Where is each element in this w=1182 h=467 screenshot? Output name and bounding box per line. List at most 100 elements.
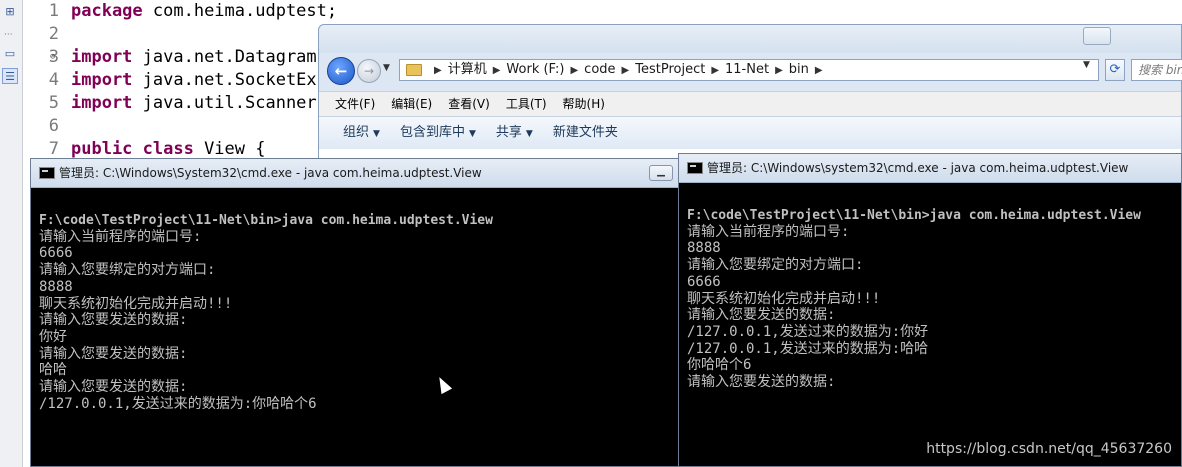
code-text: java.net.Datagram [132,47,317,67]
line-number: 2 [48,24,59,44]
code-keyword: package [71,1,143,21]
package-icon[interactable]: ▭ [2,46,18,62]
new-folder-button[interactable]: 新建文件夹 [543,117,628,149]
code-line: 3 ⊖ import java.net.Datagram [23,46,343,69]
organize-button[interactable]: 组织 ▼ [333,117,390,150]
console-output-line: 你哈哈个6 [687,357,752,374]
include-in-library-button[interactable]: 包含到库中 ▼ [390,117,486,150]
console-output-line: 6666 [687,273,721,290]
console-output-line: 请输入您要发送的数据: [687,374,836,390]
cmd-icon [39,167,55,179]
explorer-navigation-bar: ← → ▼ ▶ 计算机 ▶ Work (F:) ▶ code ▶ TestProject ▶ 11… [327,57,1182,85]
breadcrumb-chevron-icon[interactable]: ▶ [775,65,783,76]
breadcrumb-chevron-icon[interactable]: ▶ [622,65,630,76]
folder-icon [406,64,422,76]
breadcrumb-chevron-icon[interactable]: ▶ [711,65,719,76]
fold-toggle-icon[interactable]: ⊖ [50,46,55,69]
explorer-minimize-button[interactable] [1083,27,1111,45]
code-text: View { [193,139,266,159]
breadcrumb-item[interactable]: bin [789,62,809,77]
code-line: 5 import java.util.Scanner [23,92,343,115]
breadcrumb-chevron-icon[interactable]: ▶ [570,65,578,76]
cmd-window-left[interactable]: 管理员: C:\Windows\System32\cmd.exe - java … [30,158,680,467]
console-output-line: /127.0.0.1,发送过来的数据为:你哈哈个6 [39,395,317,412]
code-line: 4 import java.net.SocketEx [23,69,343,92]
code-keyword: import [71,93,133,113]
line-number: 4 [48,70,59,90]
console-output-line: 聊天系统初始化完成并启动!!! [39,295,233,312]
chevron-down-icon: ▼ [525,129,533,139]
address-dropdown-icon[interactable]: ▼ [1083,60,1090,70]
eclipse-side-toolbar: ⊞ ··· ▭ ☰ [0,0,23,467]
forward-arrow-icon[interactable]: → [357,59,381,83]
console-output-line: 8888 [687,240,721,257]
line-number: 5 [48,93,59,113]
cmd-console-right[interactable]: F:\code\TestProject\11-Net\bin>java com.… [679,183,1181,466]
watermark: https://blog.csdn.net/qq_45637260 [926,441,1172,457]
code-editor[interactable]: 1 package com.heima.udptest; 2 3 ⊖ import j… [23,0,343,170]
code-keyword: public class [71,139,194,159]
explorer-window: ← → ▼ ▶ 计算机 ▶ Work (F:) ▶ code ▶ TestProject ▶ 11… [318,24,1182,165]
organize-label: 组织 [343,125,370,140]
cmd-window-right[interactable]: 管理员: C:\Windows\system32\cmd.exe - java … [678,153,1182,467]
minimize-button[interactable]: ▁ [649,165,673,181]
breadcrumb-chevron-icon[interactable]: ▶ [493,65,501,76]
console-output-line: 你好 [39,328,67,345]
breadcrumb-item[interactable]: code [584,62,615,77]
explorer-command-bar: 组织 ▼ 包含到库中 ▼ 共享 ▼ 新建文件夹 [319,116,1181,150]
console-output-line: 请输入您要发送的数据: [39,345,188,362]
cmd-title-right: 管理员: C:\Windows\system32\cmd.exe - java … [707,161,1129,175]
console-output-line: 请输入您要发送的数据: [39,379,188,395]
console-output-line: 请输入您要绑定的对方端口: [39,262,216,279]
outline-icon[interactable]: ☰ [2,68,18,84]
breadcrumb-item[interactable]: 计算机 [448,62,487,77]
menu-item-edit[interactable]: 编辑(E) [383,92,440,116]
code-text: java.net.SocketEx [132,70,317,90]
cmd-console-left[interactable]: F:\code\TestProject\11-Net\bin>java com.… [31,188,679,466]
desktop: ⊞ ··· ▭ ☰ 1 package com.heima.udptest; 2 … [0,0,1182,467]
explorer-titlebar[interactable] [319,25,1181,53]
cmd-icon [687,162,703,174]
console-output-line: 请输入当前程序的端口号: [39,228,202,245]
code-text: com.heima.udptest; [142,1,338,21]
console-command-line: F:\code\TestProject\11-Net\bin>java com.… [39,213,493,228]
menu-item-file[interactable]: 文件(F) [327,92,383,116]
address-bar[interactable]: ▶ 计算机 ▶ Work (F:) ▶ code ▶ TestProject ▶ 11-Net ▶ b… [399,59,1099,81]
search-input[interactable]: 搜索 bin [1131,59,1182,81]
console-command-line: F:\code\TestProject\11-Net\bin>java com.… [687,208,1141,223]
console-output-line: 请输入您要发送的数据: [39,312,188,329]
chevron-down-icon: ▼ [468,129,476,139]
cmd-titlebar-right[interactable]: 管理员: C:\Windows\system32\cmd.exe - java … [679,154,1181,183]
console-output-line: /127.0.0.1,发送过来的数据为:你好 [687,323,929,340]
breadcrumb-item[interactable]: Work (F:) [506,62,564,77]
console-output-line: 请输入您要绑定的对方端口: [687,257,864,274]
menu-item-tools[interactable]: 工具(T) [498,92,555,116]
menu-item-help[interactable]: 帮助(H) [555,92,613,116]
breadcrumb-item[interactable]: TestProject [635,62,705,77]
hierarchy-icon[interactable]: ⊞ [2,4,18,20]
console-output-line: 请输入当前程序的端口号: [687,223,850,240]
console-output-line: 6666 [39,245,73,262]
console-output-line: 请输入您要发送的数据: [687,307,836,324]
menu-item-view[interactable]: 查看(V) [440,92,498,116]
console-output-line: /127.0.0.1,发送过来的数据为:哈哈 [687,340,929,357]
share-button[interactable]: 共享 ▼ [486,117,543,150]
more-icon[interactable]: ··· [4,30,13,40]
breadcrumb-chevron-icon[interactable]: ▶ [815,65,823,76]
refresh-icon[interactable]: ⟳ [1105,59,1125,81]
console-output-line: 聊天系统初始化完成并启动!!! [687,290,881,307]
history-dropdown-icon[interactable]: ▼ [383,63,390,73]
share-label: 共享 [495,125,522,140]
console-output-line: 哈哈 [39,362,67,379]
chevron-down-icon: ▼ [373,129,380,139]
cmd-titlebar-left[interactable]: 管理员: C:\Windows\System32\cmd.exe - java … [31,159,679,188]
include-in-library-label: 包含到库中 [399,125,465,140]
breadcrumb-item[interactable]: 11-Net [725,62,769,77]
cmd-title-left: 管理员: C:\Windows\System32\cmd.exe - java … [59,166,482,180]
console-output-line: 8888 [39,278,73,295]
explorer-menu-bar: 文件(F) 编辑(E) 查看(V) 工具(T) 帮助(H) [319,91,1181,116]
back-arrow-icon[interactable]: ← [327,57,355,85]
code-keyword: import [71,47,133,67]
code-keyword: import [71,70,133,90]
breadcrumb-chevron-icon[interactable]: ▶ [434,65,442,76]
